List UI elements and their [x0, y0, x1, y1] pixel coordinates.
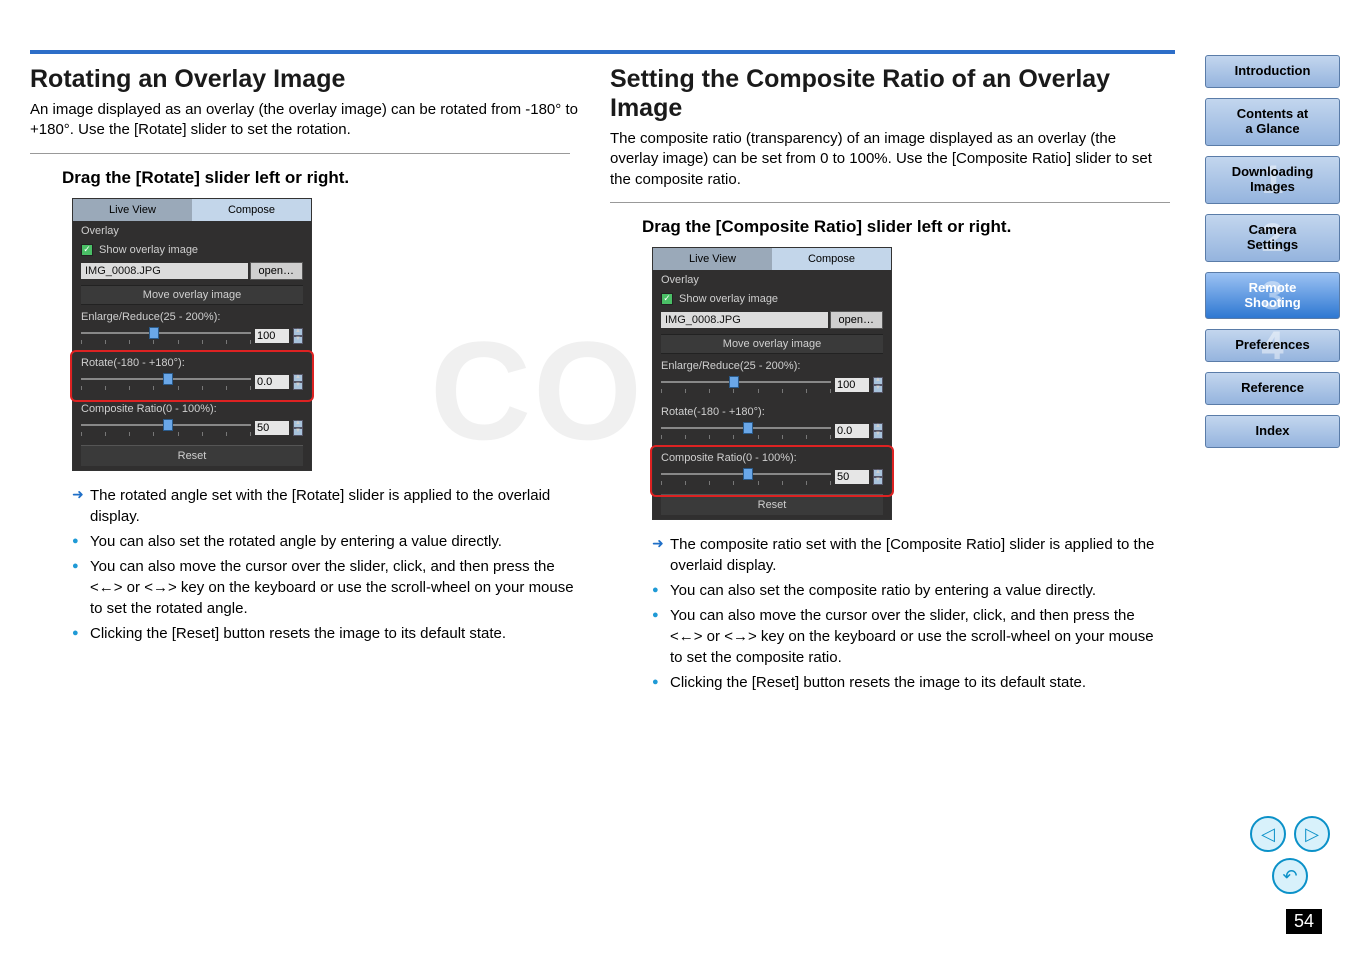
section-intro: The composite ratio (transparency) of an… [610, 129, 1160, 190]
open-button[interactable]: open… [250, 262, 303, 280]
rotate-value[interactable]: 0.0 [255, 375, 289, 389]
show-overlay-checkbox[interactable]: ✓ [661, 293, 673, 305]
panel-tabs: Live View Compose [73, 199, 311, 221]
note-item: You can also move the cursor over the sl… [652, 605, 1160, 668]
sidebar-item-remote-shooting[interactable]: 3Remote Shooting [1205, 272, 1340, 320]
note-item: You can also set the rotated angle by en… [72, 531, 580, 552]
note-item: Clicking the [Reset] button resets the i… [72, 623, 580, 644]
rotate-value[interactable]: 0.0 [835, 424, 869, 438]
enlarge-slider[interactable] [81, 327, 251, 345]
section-rotating: Rotating an Overlay Image An image displ… [30, 65, 580, 697]
rotate-label: Rotate(-180 - +180°): [661, 406, 883, 418]
instruction-text: Drag the [Composite Ratio] slider left o… [642, 217, 1160, 237]
sidebar-item-preferences[interactable]: 4Preferences [1205, 329, 1340, 362]
note-item: You can also move the cursor over the sl… [72, 556, 580, 619]
enlarge-label: Enlarge/Reduce(25 - 200%): [81, 311, 303, 323]
composite-spinner[interactable]: ▲▼ [873, 469, 883, 485]
rotate-slider[interactable] [81, 373, 251, 391]
page-nav-icons: ◁ ▷ ↶ [1250, 816, 1330, 894]
next-page-icon[interactable]: ▷ [1294, 816, 1330, 852]
enlarge-spinner[interactable]: ▲▼ [873, 377, 883, 393]
move-overlay-button[interactable]: Move overlay image [661, 334, 883, 354]
overlay-filename: IMG_0008.JPG [81, 263, 248, 279]
composite-value[interactable]: 50 [255, 421, 289, 435]
overlay-panel-screenshot: Live View Compose Overlay ✓ Show overlay… [72, 198, 580, 471]
rotate-label: Rotate(-180 - +180°): [81, 357, 303, 369]
rotate-spinner[interactable]: ▲▼ [293, 374, 303, 390]
reset-button[interactable]: Reset [661, 494, 883, 515]
rotate-group-highlighted: Rotate(-180 - +180°): 0.0 ▲▼ [73, 353, 311, 399]
tab-live-view[interactable]: Live View [653, 248, 772, 270]
composite-slider[interactable] [661, 468, 831, 486]
show-overlay-row: ✓ Show overlay image [73, 241, 311, 259]
open-button[interactable]: open… [830, 311, 883, 329]
page-content: Rotating an Overlay Image An image displ… [30, 65, 1160, 697]
overlay-panel-screenshot: Live View Compose Overlay ✓ Show overlay… [652, 247, 1160, 520]
enlarge-label: Enlarge/Reduce(25 - 200%): [661, 360, 883, 372]
overlay-header: Overlay [73, 221, 311, 241]
overlay-header: Overlay [653, 270, 891, 290]
tab-compose[interactable]: Compose [772, 248, 891, 270]
enlarge-spinner[interactable]: ▲▼ [293, 328, 303, 344]
tab-live-view[interactable]: Live View [73, 199, 192, 221]
enlarge-reduce-group: Enlarge/Reduce(25 - 200%): 100 ▲▼ [653, 356, 891, 402]
sidebar-item-camera-settings[interactable]: 2Camera Settings [1205, 214, 1340, 262]
sidebar-item-index[interactable]: Index [1205, 415, 1340, 448]
rotate-slider[interactable] [661, 422, 831, 440]
notes-right: The composite ratio set with the [Compos… [652, 534, 1160, 693]
divider [30, 153, 570, 154]
prev-page-icon[interactable]: ◁ [1250, 816, 1286, 852]
show-overlay-checkbox[interactable]: ✓ [81, 244, 93, 256]
move-overlay-button[interactable]: Move overlay image [81, 285, 303, 305]
reset-button[interactable]: Reset [81, 445, 303, 466]
rotate-spinner[interactable]: ▲▼ [873, 423, 883, 439]
divider [610, 202, 1170, 203]
instruction-text: Drag the [Rotate] slider left or right. [62, 168, 580, 188]
header-accent-bar [30, 50, 1175, 54]
note-item: You can also set the composite ratio by … [652, 580, 1160, 601]
overlay-panel: Live View Compose Overlay ✓ Show overlay… [652, 247, 892, 520]
show-overlay-row: ✓ Show overlay image [653, 290, 891, 308]
sidebar-item-reference[interactable]: Reference [1205, 372, 1340, 405]
composite-slider[interactable] [81, 419, 251, 437]
composite-group-highlighted: Composite Ratio(0 - 100%): 50 ▲▼ [653, 448, 891, 494]
rotate-group: Rotate(-180 - +180°): 0.0 ▲▼ [653, 402, 891, 448]
filename-row: IMG_0008.JPG open… [73, 259, 311, 283]
notes-left: The rotated angle set with the [Rotate] … [72, 485, 580, 644]
composite-group: Composite Ratio(0 - 100%): 50 ▲▼ [73, 399, 311, 445]
show-overlay-label: Show overlay image [99, 244, 198, 256]
sidebar-item-introduction[interactable]: Introduction [1205, 55, 1340, 88]
section-title: Setting the Composite Ratio of an Overla… [610, 65, 1160, 123]
panel-tabs: Live View Compose [653, 248, 891, 270]
section-intro: An image displayed as an overlay (the ov… [30, 100, 580, 141]
overlay-panel: Live View Compose Overlay ✓ Show overlay… [72, 198, 312, 471]
enlarge-reduce-group: Enlarge/Reduce(25 - 200%): 100 ▲▼ [73, 307, 311, 353]
page-number: 54 [1286, 909, 1322, 934]
note-item: The rotated angle set with the [Rotate] … [72, 485, 580, 527]
section-title: Rotating an Overlay Image [30, 65, 580, 94]
composite-value[interactable]: 50 [835, 470, 869, 484]
sidebar-navigation: Introduction Contents at a Glance 1Downl… [1205, 55, 1340, 448]
composite-label: Composite Ratio(0 - 100%): [661, 452, 883, 464]
enlarge-value[interactable]: 100 [255, 329, 289, 343]
sidebar-item-downloading[interactable]: 1Downloading Images [1205, 156, 1340, 204]
note-item: Clicking the [Reset] button resets the i… [652, 672, 1160, 693]
section-composite: Setting the Composite Ratio of an Overla… [610, 65, 1160, 697]
back-icon[interactable]: ↶ [1272, 858, 1308, 894]
sidebar-item-contents[interactable]: Contents at a Glance [1205, 98, 1340, 146]
composite-label: Composite Ratio(0 - 100%): [81, 403, 303, 415]
show-overlay-label: Show overlay image [679, 293, 778, 305]
enlarge-value[interactable]: 100 [835, 378, 869, 392]
overlay-filename: IMG_0008.JPG [661, 312, 828, 328]
enlarge-slider[interactable] [661, 376, 831, 394]
note-item: The composite ratio set with the [Compos… [652, 534, 1160, 576]
filename-row: IMG_0008.JPG open… [653, 308, 891, 332]
tab-compose[interactable]: Compose [192, 199, 311, 221]
composite-spinner[interactable]: ▲▼ [293, 420, 303, 436]
